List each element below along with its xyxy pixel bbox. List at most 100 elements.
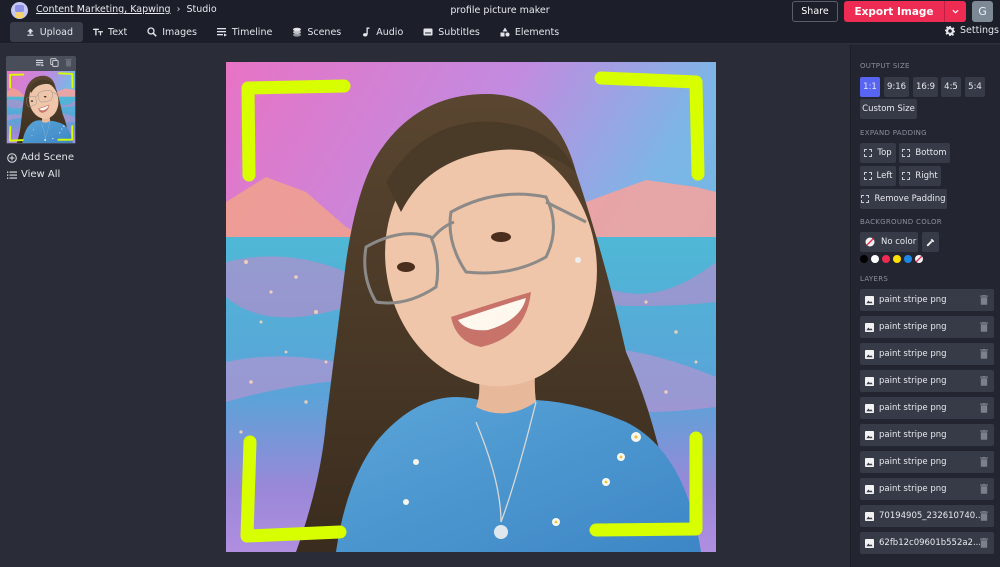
layer-name: paint stripe png: [879, 295, 947, 305]
add-scene-button[interactable]: Add Scene: [7, 152, 74, 163]
layer-item[interactable]: 70194905_232610740...: [860, 505, 994, 527]
swatch-none[interactable]: [915, 255, 923, 263]
no-color-icon: [865, 237, 875, 247]
layer-item[interactable]: paint stripe png: [860, 343, 994, 365]
breadcrumb-separator: ›: [176, 4, 181, 15]
remove-padding-button[interactable]: Remove Padding: [860, 189, 947, 209]
breadcrumb-workspace-link[interactable]: Content Marketing, Kapwing: [36, 4, 171, 15]
tool-label: Elements: [514, 26, 560, 38]
tool-scenes[interactable]: Scenes: [282, 22, 351, 42]
view-all-scenes-button[interactable]: View All: [7, 169, 60, 180]
tool-label: Upload: [39, 26, 73, 38]
size-option-1-1[interactable]: 1:1: [860, 77, 880, 97]
trash-icon[interactable]: [980, 511, 988, 521]
export-image-button[interactable]: Export Image: [844, 1, 944, 22]
scene-actions: [36, 58, 73, 67]
tool-images[interactable]: Images: [137, 22, 207, 42]
timeline-icon[interactable]: [36, 58, 45, 67]
background-color-heading: BACKGROUND COLOR: [860, 218, 942, 226]
size-option-9-16[interactable]: 9:16: [884, 77, 909, 97]
layer-item[interactable]: paint stripe png: [860, 289, 994, 311]
scene-thumbnail[interactable]: [7, 71, 75, 143]
padding-left-label: Left: [876, 171, 893, 181]
swatch-black[interactable]: [860, 255, 868, 263]
size-option-16-9[interactable]: 16:9: [913, 77, 938, 97]
swatch-white[interactable]: [871, 255, 879, 263]
settings-button[interactable]: Settings: [945, 25, 999, 36]
trash-icon[interactable]: [980, 295, 988, 305]
eyedropper-button[interactable]: [922, 232, 939, 252]
checkbox-icon: [902, 149, 911, 157]
layer-name: paint stripe png: [879, 349, 947, 359]
trash-icon[interactable]: [64, 58, 73, 67]
swatch-red[interactable]: [882, 255, 890, 263]
share-button[interactable]: Share: [792, 1, 838, 22]
padding-left-button[interactable]: Left: [860, 166, 896, 186]
trash-icon[interactable]: [980, 538, 988, 548]
plus-circle-icon: [7, 152, 17, 163]
tool-label: Subtitles: [438, 26, 480, 38]
tool-audio[interactable]: Audio: [351, 22, 413, 42]
layer-name: paint stripe png: [879, 403, 947, 413]
trash-icon[interactable]: [980, 322, 988, 332]
layer-item[interactable]: paint stripe png: [860, 478, 994, 500]
image-icon: [865, 403, 874, 413]
padding-top-label: Top: [877, 148, 892, 158]
trash-icon[interactable]: [980, 430, 988, 440]
toolbar: Upload Text Images Timeline Scenes Audio…: [10, 22, 569, 42]
swatch-blue[interactable]: [904, 255, 912, 263]
layer-name: 62fb12c09601b552a2...: [879, 538, 980, 548]
no-color-label: No color: [881, 237, 917, 247]
layer-item[interactable]: paint stripe png: [860, 370, 994, 392]
tool-text[interactable]: Text: [83, 22, 137, 42]
duplicate-icon[interactable]: [50, 58, 59, 67]
eyedropper-icon: [926, 238, 935, 246]
padding-right-button[interactable]: Right: [899, 166, 941, 186]
trash-icon[interactable]: [980, 484, 988, 494]
trash-icon[interactable]: [980, 403, 988, 413]
trash-icon[interactable]: [980, 349, 988, 359]
layer-name: paint stripe png: [879, 430, 947, 440]
padding-bottom-button[interactable]: Bottom: [899, 143, 950, 163]
custom-size-button[interactable]: Custom Size: [860, 99, 917, 119]
tool-label: Timeline: [231, 26, 273, 38]
tool-label: Audio: [376, 26, 404, 38]
scene-card[interactable]: [6, 56, 76, 144]
layer-item[interactable]: paint stripe png: [860, 316, 994, 338]
output-size-heading: OUTPUT SIZE: [860, 62, 910, 70]
checkbox-icon: [902, 172, 911, 180]
workspace-logo[interactable]: [11, 2, 28, 19]
image-icon: [865, 484, 874, 494]
size-option-5-4[interactable]: 5:4: [965, 77, 985, 97]
editor-canvas[interactable]: [226, 62, 716, 552]
list-icon: [7, 171, 17, 179]
image-icon: [865, 511, 874, 521]
padding-bottom-label: Bottom: [915, 148, 947, 158]
size-option-4-5[interactable]: 4:5: [941, 77, 961, 97]
settings-label: Settings: [960, 25, 999, 36]
image-icon: [865, 457, 874, 467]
layer-item[interactable]: paint stripe png: [860, 397, 994, 419]
layer-name: paint stripe png: [879, 457, 947, 467]
layer-name: 70194905_232610740...: [879, 511, 980, 521]
tool-upload[interactable]: Upload: [10, 22, 83, 42]
layer-name: paint stripe png: [879, 484, 947, 494]
tool-subtitles[interactable]: Subtitles: [413, 22, 490, 42]
swatch-yellow[interactable]: [893, 255, 901, 263]
trash-icon[interactable]: [980, 457, 988, 467]
tool-label: Scenes: [307, 26, 342, 38]
user-avatar[interactable]: G: [972, 1, 993, 22]
layer-item[interactable]: paint stripe png: [860, 424, 994, 446]
padding-right-label: Right: [915, 171, 938, 181]
no-color-button[interactable]: No color: [860, 232, 918, 252]
tool-timeline[interactable]: Timeline: [207, 22, 282, 42]
project-title[interactable]: profile picture maker: [450, 5, 549, 16]
export-options-dropdown[interactable]: [944, 1, 966, 22]
text-icon: [93, 28, 103, 36]
layer-item[interactable]: paint stripe png: [860, 451, 994, 473]
padding-top-button[interactable]: Top: [860, 143, 896, 163]
tool-elements[interactable]: Elements: [490, 22, 569, 42]
layer-item[interactable]: 62fb12c09601b552a2...: [860, 532, 994, 554]
trash-icon[interactable]: [980, 376, 988, 386]
breadcrumb: Content Marketing, Kapwing › Studio: [36, 4, 217, 15]
